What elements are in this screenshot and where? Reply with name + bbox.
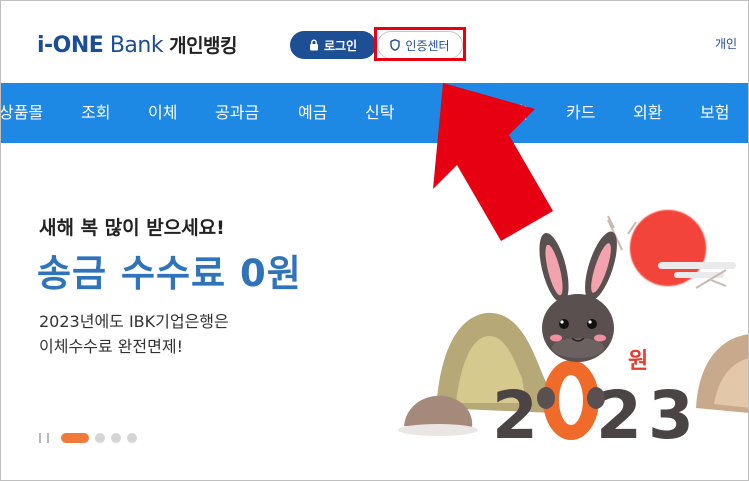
logo-wordmark: i-ONE — [37, 33, 104, 58]
login-button[interactable]: 로그인 — [290, 31, 376, 59]
nav-item-trust[interactable]: 신탁 — [365, 83, 394, 143]
logo-personal-banking-text: 개인뱅킹 — [169, 35, 238, 57]
lock-icon — [309, 39, 318, 51]
nav-item-transfer[interactable]: 이체 — [148, 83, 177, 143]
hero-description-line2: 이체수수료 완전면제! — [39, 337, 183, 356]
highlight-box — [374, 27, 466, 61]
ibk-logo[interactable]: i-ONE Bank 개인뱅킹 — [37, 31, 238, 58]
art-year-digit-2: 2 — [492, 377, 538, 454]
nav-item-card[interactable]: 카드 — [566, 83, 595, 143]
carousel-dot[interactable] — [111, 433, 121, 443]
red-pointer-arrow — [433, 83, 553, 241]
nav-item-shop[interactable]: 상품몰 — [1, 83, 43, 143]
carousel-dot[interactable] — [95, 433, 105, 443]
carousel-dot[interactable] — [127, 433, 137, 443]
hero-title: 송금 수수료 0원 — [37, 252, 302, 295]
logo-bank-text: Bank — [103, 33, 164, 58]
art-year-digit-2b: 2 — [596, 377, 642, 454]
hero-banner[interactable]: 새해 복 많이 받으세요! 송금 수수료 0원 2023년에도 IBK기업은행은… — [1, 143, 748, 480]
nav-item-insurance[interactable]: 보험 — [700, 83, 729, 143]
art-won-text: 원 — [628, 349, 648, 374]
hero-subtitle: 새해 복 많이 받으세요! — [39, 217, 225, 239]
main-nav: 상품몰 조회 이체 공과금 예금 신탁 대출 카드 외환 보험 — [1, 83, 748, 143]
carousel-dot-active[interactable] — [61, 433, 89, 443]
browser-frame: i-ONE Bank 개인뱅킹 로그인 인증센터 개인 상품몰 조회 이체 공과금… — [0, 0, 749, 481]
personal-menu-link[interactable]: 개인 — [715, 35, 737, 52]
pause-icon-bar-left[interactable] — [39, 433, 41, 443]
nav-item-inquiry[interactable]: 조회 — [81, 83, 110, 143]
nav-item-utility-bills[interactable]: 공과금 — [215, 83, 259, 143]
login-label: 로그인 — [323, 38, 358, 53]
nav-item-forex[interactable]: 외환 — [633, 83, 662, 143]
pause-icon-bar-right[interactable] — [47, 433, 49, 443]
art-year-digit-3: 3 — [648, 377, 694, 454]
hero-description-line1: 2023년에도 IBK기업은행은 — [39, 312, 229, 331]
nav-item-deposit[interactable]: 예금 — [298, 83, 327, 143]
carousel-pager — [39, 432, 137, 444]
site-header: i-ONE Bank 개인뱅킹 로그인 인증센터 개인 — [1, 1, 748, 83]
